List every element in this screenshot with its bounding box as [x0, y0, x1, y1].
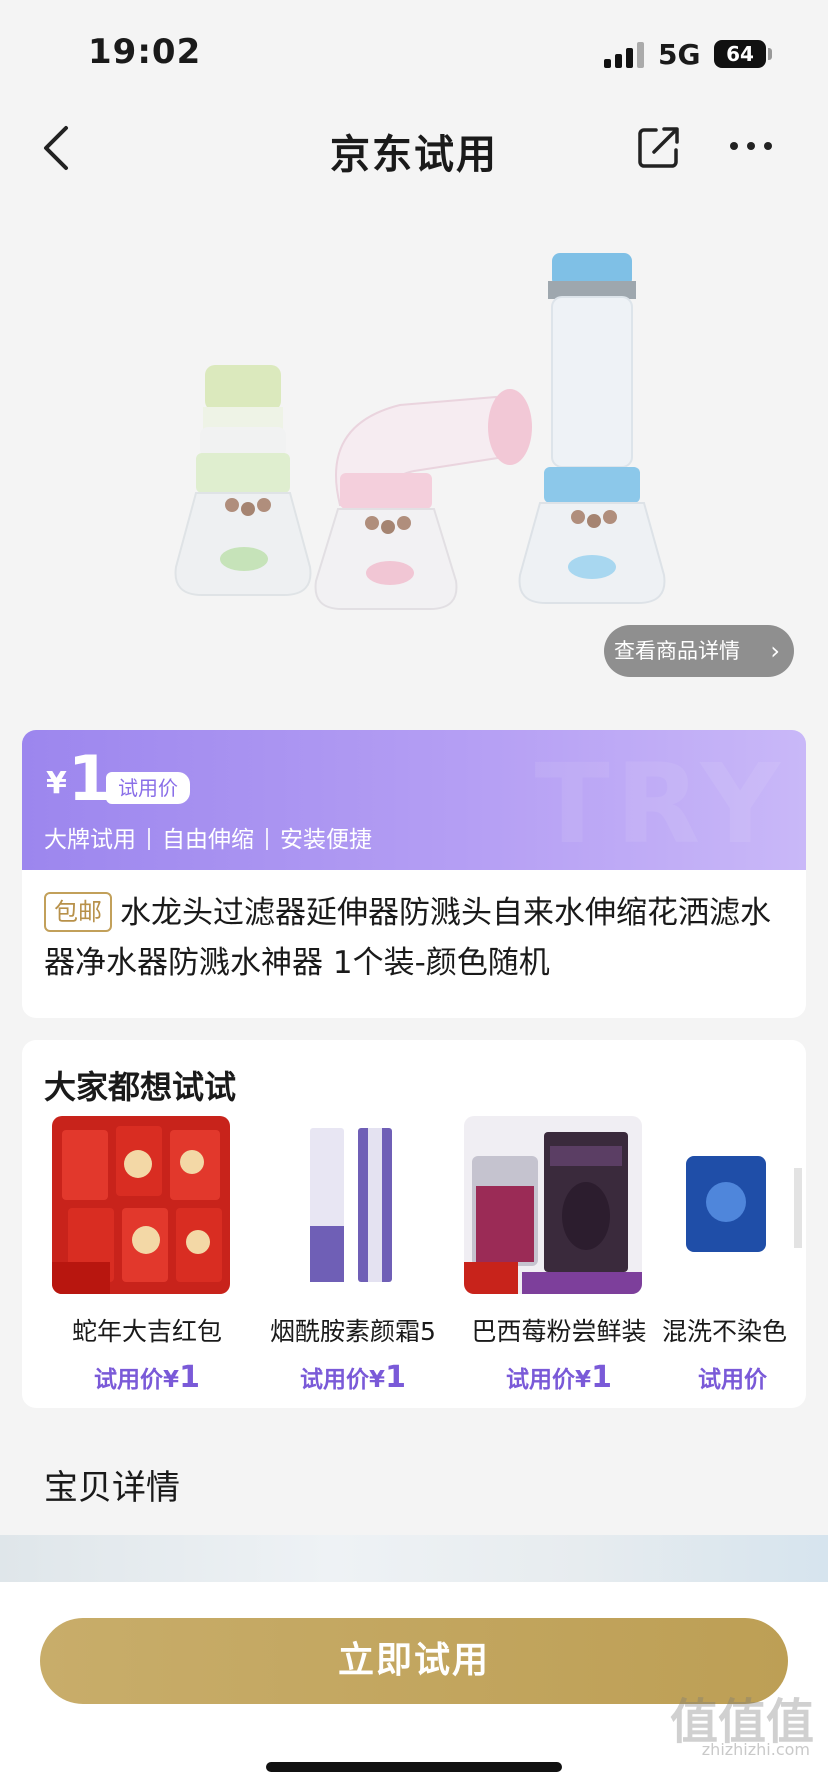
recommendations-card: 大家都想试试 蛇年大吉红包 试用价¥1 烟酰胺素颜霜5 试用价¥1 巴西莓粉尝鲜… [22, 1040, 806, 1408]
faucet-extenders-illustration [174, 253, 666, 610]
feature-item: 大牌试用 [44, 827, 136, 853]
status-bar: 19:02 5G 64 [0, 0, 828, 100]
details-section-title: 宝贝详情 [44, 1468, 180, 1508]
rec-item-price: 试用价¥1 [250, 1360, 456, 1395]
price-card: TRY ¥ 1 试用价 大牌试用 自由伸缩 安装便捷 包邮 水龙头过滤器延伸器防溅头自… [22, 730, 806, 1018]
feature-list: 大牌试用 自由伸缩 安装便捷 [44, 820, 372, 854]
rec-item[interactable]: 蛇年大吉红包 试用价¥1 [44, 1116, 250, 1396]
price-value: 1 [385, 1360, 406, 1395]
rec-item-name: 蛇年大吉红包 [71, 1317, 222, 1346]
nav-bar: 京东试用 [0, 100, 828, 200]
rec-item-name: 混洗不染色 [662, 1317, 788, 1346]
rec-item[interactable]: 烟酰胺素颜霜5 试用价¥1 [250, 1116, 456, 1396]
status-time: 19:02 [88, 32, 202, 72]
rec-item-name: 烟酰胺素颜霜5 [270, 1317, 436, 1346]
rec-item-name: 巴西莓粉尝鲜装 [471, 1317, 647, 1346]
rec-item[interactable]: 混洗不染色 试用价 [662, 1116, 806, 1396]
rec-item-price: 试用价 [662, 1360, 806, 1395]
product-title: 包邮 水龙头过滤器延伸器防溅头自来水伸缩花洒滤水器净水器防溅水神器 1个装-颜色随… [22, 870, 806, 988]
price-band: TRY ¥ 1 试用价 大牌试用 自由伸缩 安装便捷 [22, 730, 806, 870]
chevron-right-icon: › [770, 637, 780, 665]
signal-icon [604, 42, 646, 68]
price-label: 试用价¥ [300, 1367, 386, 1393]
feature-item: 自由伸缩 [162, 827, 254, 853]
price-label: 试用价¥ [506, 1367, 592, 1393]
feature-item: 安装便捷 [280, 827, 372, 853]
red-envelope-thumbnail [52, 1116, 230, 1294]
try-watermark: TRY [534, 740, 786, 868]
rec-item-price: 试用价¥1 [456, 1360, 662, 1395]
detail-image-preview [0, 1535, 828, 1585]
battery-icon: 64 [714, 40, 766, 68]
network-type: 5G [658, 38, 701, 71]
trial-price: 1 [68, 742, 112, 815]
view-product-details-button[interactable]: 查看商品详情 › [604, 625, 794, 677]
free-shipping-badge: 包邮 [44, 892, 112, 932]
product-image[interactable] [0, 205, 828, 685]
view-details-label: 查看商品详情 [614, 639, 740, 663]
feature-divider [266, 828, 268, 850]
currency-symbol: ¥ [46, 766, 67, 801]
rec-item-price: 试用价¥1 [44, 1360, 250, 1395]
niacinamide-cream-thumbnail [258, 1116, 436, 1294]
product-title-text: 水龙头过滤器延伸器防溅头自来水伸缩花洒滤水器净水器防溅水神器 1个装-颜色随机 [44, 895, 771, 981]
battery-tip [768, 48, 772, 60]
more-icon[interactable] [728, 136, 774, 156]
rec-item[interactable]: 巴西莓粉尝鲜装 试用价¥1 [456, 1116, 662, 1396]
trial-price-tag: 试用价 [106, 772, 190, 804]
share-icon[interactable] [636, 124, 682, 170]
site-watermark-url: zhizhizhi.com [701, 1740, 810, 1759]
price-value: 1 [591, 1360, 612, 1395]
feature-divider [148, 828, 150, 850]
bottom-bar: 立即试用 值值值 zhizhizhi.com [0, 1582, 828, 1792]
laundry-sheets-thumbnail [670, 1116, 806, 1294]
home-indicator[interactable] [266, 1762, 562, 1772]
price-label: 试用价 [698, 1367, 767, 1393]
price-label: 试用价¥ [94, 1367, 180, 1393]
page-title: 京东试用 [330, 132, 498, 178]
acai-powder-thumbnail [464, 1116, 642, 1294]
price-value: 1 [179, 1360, 200, 1395]
recommendations-heading: 大家都想试试 [44, 1068, 237, 1106]
